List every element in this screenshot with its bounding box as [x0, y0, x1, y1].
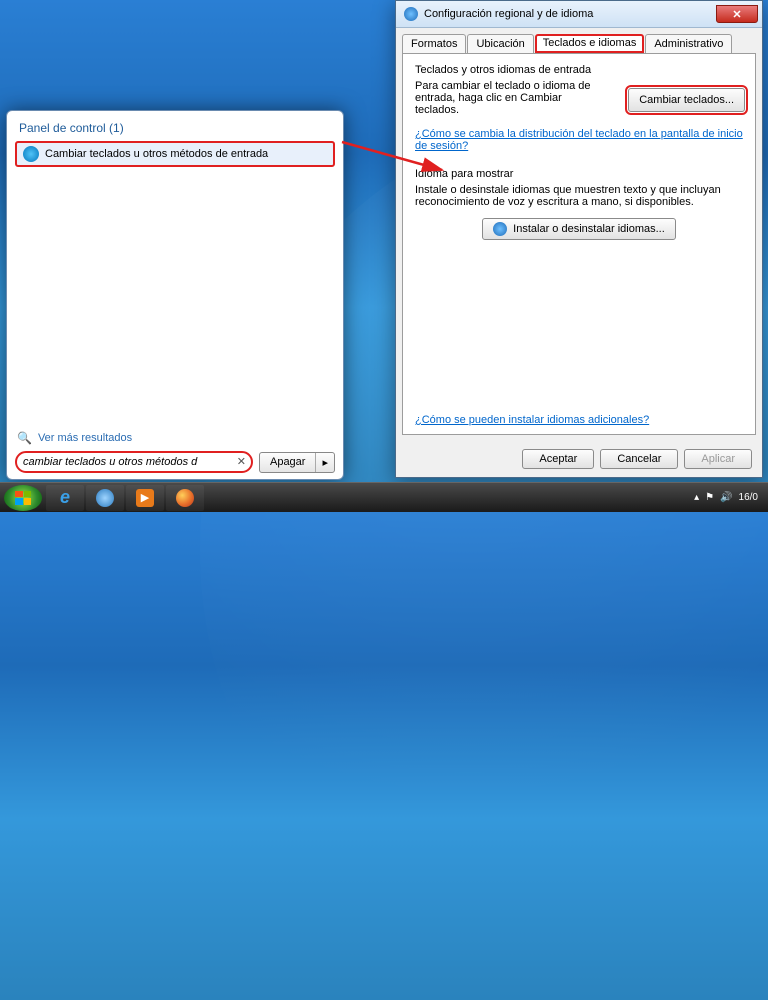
windows-logo-icon: [15, 491, 31, 505]
shutdown-menu-arrow-icon[interactable]: ▸: [316, 453, 334, 472]
search-result-label: Cambiar teclados u otros métodos de entr…: [45, 148, 268, 160]
ok-button[interactable]: Aceptar: [522, 449, 594, 469]
taskbar-item-ie[interactable]: e: [46, 485, 84, 511]
globe-icon: [23, 146, 39, 162]
globe-cd-icon: [493, 222, 507, 236]
keyboards-group-heading: Teclados y otros idiomas de entrada: [415, 64, 743, 76]
tab-location[interactable]: Ubicación: [467, 34, 533, 53]
start-search-input[interactable]: [23, 456, 233, 468]
see-more-results[interactable]: 🔍 Ver más resultados: [15, 427, 335, 451]
start-menu-panel: Panel de control (1) Cambiar teclados u …: [6, 110, 344, 480]
apply-button[interactable]: Aplicar: [684, 449, 752, 469]
tab-content: Teclados y otros idiomas de entrada Para…: [402, 53, 756, 435]
shutdown-button[interactable]: Apagar ▸: [259, 452, 335, 473]
media-player-icon: ▶: [136, 489, 154, 507]
change-keyboards-button[interactable]: Cambiar teclados...: [628, 88, 745, 112]
see-more-label: Ver más resultados: [38, 432, 132, 444]
additional-languages-help-link[interactable]: ¿Cómo se pueden instalar idiomas adicion…: [415, 414, 649, 426]
tray-chevron-icon[interactable]: ▴: [694, 492, 699, 503]
search-icon: 🔍: [17, 431, 32, 445]
taskbar-item-earth[interactable]: [86, 485, 124, 511]
cancel-button[interactable]: Cancelar: [600, 449, 678, 469]
install-languages-button[interactable]: Instalar o desinstalar idiomas...: [482, 218, 676, 240]
start-search-wrap: ✕: [15, 451, 253, 473]
title-bar[interactable]: Configuración regional y de idioma ✕: [396, 1, 762, 28]
dialog-icon: [404, 7, 418, 21]
close-icon: ✕: [732, 8, 741, 21]
dialog-footer: Aceptar Cancelar Aplicar: [396, 441, 762, 477]
display-language-desc: Instale o desinstale idiomas que muestre…: [415, 184, 743, 208]
keyboards-group-desc: Para cambiar el teclado o idioma de entr…: [415, 80, 605, 116]
install-languages-label: Instalar o desinstalar idiomas...: [513, 223, 665, 235]
tab-keyboards-languages[interactable]: Teclados e idiomas: [535, 34, 645, 53]
tab-formats[interactable]: Formatos: [402, 34, 466, 53]
system-tray[interactable]: ▴ ⚑ 🔊 16/0: [694, 492, 764, 503]
control-panel-heading: Panel de control (1): [19, 121, 335, 135]
tray-volume-icon[interactable]: 🔊: [720, 492, 732, 503]
firefox-icon: [176, 489, 194, 507]
tray-flag-icon[interactable]: ⚑: [705, 492, 714, 503]
display-language-heading: Idioma para mostrar: [415, 168, 743, 180]
google-earth-icon: [96, 489, 114, 507]
taskbar-item-media[interactable]: ▶: [126, 485, 164, 511]
tray-date: 16/0: [739, 492, 758, 503]
clear-search-icon[interactable]: ✕: [237, 455, 246, 468]
taskbar-item-firefox[interactable]: [166, 485, 204, 511]
tab-administrative[interactable]: Administrativo: [645, 34, 732, 53]
taskbar: e ▶ ▴ ⚑ 🔊 16/0: [0, 482, 768, 512]
keyboard-layout-help-link[interactable]: ¿Cómo se cambia la distribución del tecl…: [415, 128, 743, 152]
shutdown-label: Apagar: [260, 453, 316, 472]
tab-strip: Formatos Ubicación Teclados e idiomas Ad…: [396, 28, 762, 53]
search-result-change-keyboards[interactable]: Cambiar teclados u otros métodos de entr…: [15, 141, 335, 167]
close-button[interactable]: ✕: [716, 5, 758, 23]
start-button[interactable]: [4, 485, 42, 511]
ie-icon: e: [60, 487, 70, 508]
region-language-dialog: Configuración regional y de idioma ✕ For…: [395, 0, 763, 478]
dialog-title: Configuración regional y de idioma: [424, 8, 716, 20]
